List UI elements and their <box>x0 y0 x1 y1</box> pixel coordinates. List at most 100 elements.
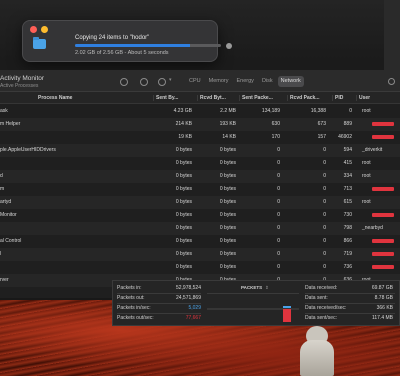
table-row[interactable]: 0 bytes 0 bytes 0 0 798 _nearbyd <box>0 222 400 235</box>
table-row[interactable]: l 0 bytes 0 bytes 0 0 719 <box>0 248 400 261</box>
stat-label: Packets out/sec: <box>117 315 154 321</box>
divider <box>117 303 201 304</box>
table-row[interactable]: ask 4.23 GB 2.2 MB 134,189 16,388 0 root <box>0 105 400 118</box>
app-title: Activity Monitor <box>0 75 45 82</box>
cell-sent-packets: 0 <box>277 173 280 179</box>
cell-sent-packets: 0 <box>277 264 280 270</box>
stat-value-red: 77,667 <box>185 315 201 321</box>
column-pid[interactable]: PID <box>332 95 343 101</box>
cell-rcvd-packets: 0 <box>323 238 326 244</box>
cell-rcvd-bytes: 0 bytes <box>219 199 236 205</box>
table-row[interactable]: 19 KB 14 KB 170 157 46902 <box>0 131 400 144</box>
stat-value: 24,571,869 <box>175 295 201 301</box>
divider <box>305 313 395 314</box>
cell-pid: 719 <box>343 251 352 257</box>
tab-bar: CPU Memory Energy Disk Network <box>186 76 306 87</box>
tab-memory[interactable]: Memory <box>206 76 232 87</box>
column-sent-packets[interactable]: Sent Packe... <box>239 95 273 101</box>
stat-label: Data sent: <box>305 295 328 301</box>
graph-in-bar <box>283 306 291 308</box>
stop-process-icon[interactable] <box>120 78 128 86</box>
cancel-copy-icon[interactable] <box>226 43 232 49</box>
cell-name: l <box>0 251 2 257</box>
minimize-window-button[interactable] <box>41 26 48 33</box>
process-table: ask 4.23 GB 2.2 MB 134,189 16,388 0 root m Help… <box>0 105 400 287</box>
column-rcvd-packets[interactable]: Rcvd Pack... <box>287 95 319 101</box>
table-row[interactable]: Monitor 0 bytes 0 bytes 0 0 730 <box>0 209 400 222</box>
cell-sent-bytes: 0 bytes <box>175 251 192 257</box>
cell-pid: 594 <box>343 147 352 153</box>
cell-sent-bytes: 19 KB <box>178 134 192 140</box>
cell-sent-packets: 0 <box>277 225 280 231</box>
cell-name: Monitor <box>0 212 17 218</box>
tab-cpu[interactable]: CPU <box>186 76 204 87</box>
graph-title: PACKETS <box>241 285 263 290</box>
stat-value: 52,978,524 <box>175 285 201 291</box>
cell-name: al Control <box>0 238 22 244</box>
cell-sent-bytes: 4.23 GB <box>173 108 192 114</box>
copy-progress-window: Copying 24 items to "hodor" 2.02 GB of 2… <box>22 20 232 62</box>
close-window-button[interactable] <box>30 26 37 33</box>
tab-energy[interactable]: Energy <box>234 76 257 87</box>
cell-sent-packets: 170 <box>271 134 280 140</box>
redaction-mark <box>372 187 394 191</box>
cell-rcvd-bytes: 14 KB <box>222 134 236 140</box>
table-row[interactable]: al Control 0 bytes 0 bytes 0 0 866 <box>0 235 400 248</box>
cell-rcvd-bytes: 0 bytes <box>219 160 236 166</box>
stat-value-blue: 5,029 <box>188 305 201 311</box>
wallpaper-figure-body <box>300 340 334 376</box>
table-row[interactable]: m 0 bytes 0 bytes 0 0 713 <box>0 183 400 196</box>
table-row[interactable]: artyd 0 bytes 0 bytes 0 0 615 root <box>0 196 400 209</box>
packets-graph <box>207 293 299 323</box>
table-row[interactable]: d 0 bytes 0 bytes 0 0 334 root <box>0 170 400 183</box>
stat-label: Packets in/sec: <box>117 305 151 311</box>
cell-pid: 866 <box>343 238 352 244</box>
cell-user: _driverkit <box>362 147 383 153</box>
cell-rcvd-bytes: 0 bytes <box>219 225 236 231</box>
copy-progress-bar <box>75 44 221 47</box>
packets-graph-svg <box>207 306 299 322</box>
table-row[interactable]: 0 bytes 0 bytes 0 0 736 <box>0 261 400 274</box>
stat-value: 366 KB <box>376 305 393 311</box>
table-row[interactable]: m Helper 214 KB 193 KB 630 673 889 <box>0 118 400 131</box>
copy-progress-fill <box>75 44 191 47</box>
cell-user: root <box>362 173 371 179</box>
cell-user: _nearbyd <box>362 225 383 231</box>
tab-network[interactable]: Network <box>277 76 304 87</box>
cell-sent-packets: 0 <box>277 186 280 192</box>
column-user[interactable]: User <box>356 95 370 101</box>
cell-pid: 713 <box>343 186 352 192</box>
info-icon[interactable] <box>140 78 148 86</box>
cell-sent-packets: 0 <box>277 160 280 166</box>
column-process-name[interactable]: Process Name <box>38 95 72 101</box>
redaction-mark <box>372 252 394 256</box>
stat-label: Data received: <box>305 285 338 291</box>
cell-name: m Helper <box>0 121 21 127</box>
copy-title: Copying 24 items to "hodor" <box>75 35 150 41</box>
chevron-down-icon[interactable]: ▾ <box>169 77 172 83</box>
table-row[interactable]: ple.AppleUserHIDDrivers 0 bytes 0 bytes 0 0 5… <box>0 144 400 157</box>
search-icon[interactable] <box>388 78 395 85</box>
cell-name: ple.AppleUserHIDDrivers <box>0 147 56 153</box>
tab-disk[interactable]: Disk <box>259 76 276 87</box>
more-options-icon[interactable] <box>158 78 166 86</box>
copy-status: 2.02 GB of 2.56 GB - About 5 seconds <box>75 50 169 56</box>
cell-rcvd-bytes: 0 bytes <box>219 186 236 192</box>
table-row[interactable]: 0 bytes 0 bytes 0 0 415 root <box>0 157 400 170</box>
chevron-updown-icon[interactable]: ⇕ <box>265 285 269 291</box>
cell-rcvd-bytes: 0 bytes <box>219 212 236 218</box>
cell-sent-packets: 0 <box>277 199 280 205</box>
column-sent-bytes[interactable]: Sent By... <box>153 95 178 101</box>
cell-user: root <box>362 199 371 205</box>
cell-sent-packets: 0 <box>277 147 280 153</box>
column-rcvd-bytes[interactable]: Rcvd Byt... <box>197 95 226 101</box>
cell-sent-bytes: 0 bytes <box>175 264 192 270</box>
graph-out-bar <box>283 309 291 322</box>
cell-rcvd-packets: 0 <box>323 212 326 218</box>
stat-label: Packets in: <box>117 285 142 291</box>
cell-rcvd-packets: 0 <box>323 199 326 205</box>
cell-rcvd-packets: 0 <box>323 264 326 270</box>
cell-sent-packets: 0 <box>277 251 280 257</box>
stat-value: 69.87 GB <box>371 285 393 291</box>
toolbar: Activity Monitor Active Processes ▾ CPU … <box>0 70 400 92</box>
